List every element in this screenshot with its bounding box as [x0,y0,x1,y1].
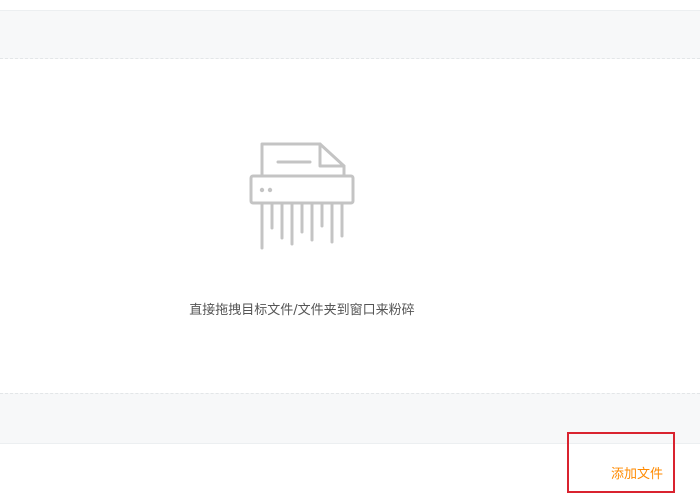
top-toolbar-strip [0,10,700,59]
add-file-label: 添加文件 [610,467,663,482]
add-file-button[interactable]: 添加文件 [567,432,675,493]
drop-hint-label: 直接拖拽目标文件/文件夹到窗口来粉碎 [189,303,415,318]
shredder-icon [249,142,355,250]
drop-hint-text: 直接拖拽目标文件/文件夹到窗口来粉碎 [0,302,604,320]
